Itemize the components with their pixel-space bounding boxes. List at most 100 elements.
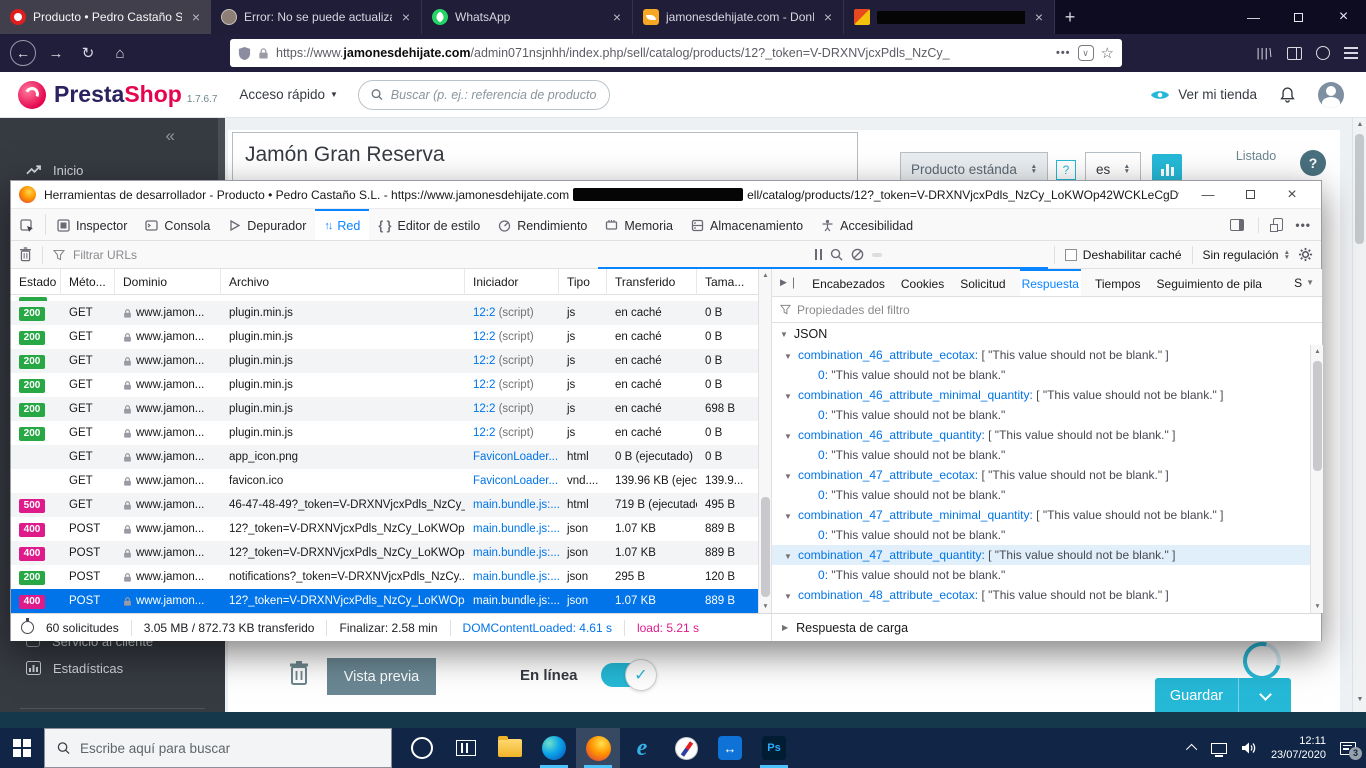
- taskbar-search[interactable]: [44, 728, 392, 768]
- save-button[interactable]: Guardar: [1155, 678, 1239, 714]
- filter-pill[interactable]: [908, 253, 918, 257]
- pause-icon[interactable]: [815, 249, 822, 260]
- network-request-row[interactable]: 200 POST www.jamon... notifications?_tok…: [11, 565, 758, 589]
- taskbar-search-input[interactable]: [80, 741, 379, 756]
- network-request-row[interactable]: 200 GET www.jamon... plugin.min.js 12:2 …: [11, 349, 758, 373]
- json-tree-row[interactable]: ▼combination_46_attribute_quantity: [ "T…: [772, 425, 1310, 445]
- throttling-select[interactable]: Sin regulación ▲▼: [1203, 248, 1291, 262]
- new-tab-button[interactable]: +: [1055, 0, 1085, 34]
- close-button[interactable]: ×: [1271, 182, 1313, 208]
- tab-respuesta[interactable]: Respuesta: [1020, 269, 1081, 296]
- json-tree-row[interactable]: ▼combination_46_attribute_minimal_quanti…: [772, 385, 1310, 405]
- cortana-button[interactable]: [400, 728, 444, 768]
- json-tree-row[interactable]: ▼combination_47_attribute_minimal_quanti…: [772, 505, 1310, 525]
- internet-explorer-button[interactable]: e: [620, 728, 664, 768]
- tab-producto[interactable]: Producto • Pedro Castaño S.L. ×: [0, 0, 211, 34]
- response-payload-row[interactable]: ▶ Respuesta de carga: [771, 614, 1321, 641]
- quick-access-dropdown[interactable]: Acceso rápido▼: [239, 87, 337, 102]
- reload-button[interactable]: ↻: [72, 44, 104, 62]
- menu-icon[interactable]: [1344, 47, 1358, 59]
- properties-filter-input[interactable]: [797, 303, 997, 317]
- network-request-row[interactable]: 400 POST www.jamon... 12?_token=V-DRXNVj…: [11, 517, 758, 541]
- network-request-row[interactable]: GET www.jamon... favicon.ico FaviconLoad…: [11, 469, 758, 493]
- save-dropdown-button[interactable]: [1239, 678, 1291, 714]
- tab-tiempos[interactable]: Tiempos: [1093, 269, 1143, 296]
- tab-rendimiento[interactable]: Rendimiento: [489, 209, 596, 240]
- responsive-mode-icon[interactable]: [1273, 218, 1283, 231]
- network-request-row[interactable]: 200 GET www.jamon... plugin.min.js 12:2 …: [11, 301, 758, 325]
- network-request-row[interactable]: 500 GET www.jamon... 46-47-48-49?_token=…: [11, 493, 758, 517]
- tab-memoria[interactable]: Memoria: [596, 209, 682, 240]
- col-tipo[interactable]: Tipo: [559, 269, 607, 295]
- json-tree-row[interactable]: ▼combination_46_attribute_ecotax: [ "Thi…: [772, 345, 1310, 365]
- tab-consola[interactable]: Consola: [136, 209, 219, 240]
- url-bar[interactable]: https://www.jamonesdehijate.com/admin071…: [230, 39, 1122, 67]
- close-tab-icon[interactable]: ×: [189, 9, 203, 25]
- json-tree-row[interactable]: 0: "This value should not be blank.": [772, 405, 1310, 425]
- filter-pill[interactable]: [980, 253, 990, 257]
- network-request-row[interactable]: 200 GET www.jamon... plugin.min.js 12:2 …: [11, 373, 758, 397]
- tab-almacenamiento[interactable]: Almacenamiento: [682, 209, 812, 240]
- search-icon[interactable]: [830, 248, 843, 261]
- home-button[interactable]: ⌂: [104, 45, 136, 62]
- json-tree-row[interactable]: ▼combination_47_attribute_ecotax: [ "Thi…: [772, 465, 1310, 485]
- edge-button[interactable]: [532, 728, 576, 768]
- dock-side-icon[interactable]: [1230, 219, 1244, 231]
- close-tab-icon[interactable]: ×: [399, 9, 413, 25]
- scroll-up-icon[interactable]: ▲: [1311, 348, 1324, 355]
- col-archivo[interactable]: Archivo: [221, 269, 465, 295]
- sidebar-item-inicio[interactable]: Inicio: [0, 160, 225, 180]
- sidebar-toggle-icon[interactable]: [1287, 47, 1302, 60]
- col-iniciador[interactable]: Iniciador: [465, 269, 559, 295]
- json-tree-row[interactable]: ▼combination_47_attribute_quantity: [ "T…: [772, 545, 1310, 565]
- sidebar-item-estadisticas[interactable]: Estadísticas: [0, 658, 225, 678]
- tab-red[interactable]: ↑↓ Red: [315, 209, 369, 240]
- minimize-button[interactable]: —: [1187, 182, 1229, 208]
- twisty-icon[interactable]: ▼: [784, 427, 798, 445]
- tab-encabezados[interactable]: Encabezados: [810, 269, 887, 296]
- minimize-button[interactable]: —: [1231, 0, 1276, 34]
- filter-pill[interactable]: [944, 253, 954, 257]
- twisty-icon[interactable]: ▼: [784, 507, 798, 525]
- network-settings-gear-icon[interactable]: [1298, 247, 1313, 262]
- filter-pill[interactable]: [890, 253, 900, 257]
- user-avatar[interactable]: [1318, 82, 1344, 108]
- filter-pill[interactable]: [962, 253, 972, 257]
- filter-pill[interactable]: [998, 253, 1008, 257]
- json-tree-row[interactable]: 0: "This value should not be blank.": [772, 565, 1310, 585]
- close-tab-icon[interactable]: ×: [610, 9, 624, 25]
- page-scrollbar[interactable]: ▲ ▼: [1352, 118, 1366, 712]
- meatball-menu-icon[interactable]: •••: [1295, 218, 1311, 232]
- scrollbar-thumb[interactable]: [1313, 361, 1322, 471]
- filter-urls-input[interactable]: [73, 248, 807, 262]
- tab-cookies[interactable]: Cookies: [899, 269, 946, 296]
- network-request-row[interactable]: GET www.jamon... app_icon.png FaviconLoa…: [11, 445, 758, 469]
- admin-search[interactable]: [358, 80, 610, 110]
- filter-pill[interactable]: [1034, 253, 1044, 257]
- json-tree-row[interactable]: 0: "This value should not be blank.": [772, 365, 1310, 385]
- network-request-row[interactable]: 400 POST www.jamon... 12?_token=V-DRXNVj…: [11, 589, 758, 613]
- tab-inspector[interactable]: Inspector: [48, 209, 136, 240]
- col-metodo[interactable]: Méto...: [61, 269, 115, 295]
- pick-element-button[interactable]: [11, 209, 43, 240]
- close-button[interactable]: ×: [1321, 0, 1366, 34]
- scrollbar-thumb[interactable]: [1355, 134, 1364, 244]
- library-icon[interactable]: |||\: [1256, 46, 1273, 60]
- scroll-up-icon[interactable]: ▲: [1353, 121, 1366, 128]
- scrollbar-thumb[interactable]: [761, 497, 770, 597]
- close-tab-icon[interactable]: ×: [1032, 9, 1046, 25]
- photoshop-button[interactable]: Ps: [752, 728, 796, 768]
- type-help-button[interactable]: ?: [1056, 160, 1076, 180]
- product-list-toggle[interactable]: Listado: [1228, 146, 1284, 163]
- json-section-header[interactable]: ▼ JSON: [772, 323, 1322, 345]
- teamviewer-button[interactable]: ↔: [708, 728, 752, 768]
- help-button[interactable]: ?: [1300, 150, 1326, 176]
- network-request-row[interactable]: 200 GET www.jamon... plugin.min.js 12:2 …: [11, 325, 758, 349]
- network-request-row[interactable]: 200 GET www.jamon... plugin.min.js 12:2 …: [11, 421, 758, 445]
- scroll-down-icon[interactable]: ▼: [1311, 603, 1324, 610]
- json-tree-row[interactable]: 0: "This value should not be blank.": [772, 445, 1310, 465]
- maximize-button[interactable]: [1229, 182, 1271, 208]
- col-dominio[interactable]: Dominio: [115, 269, 221, 295]
- twisty-icon[interactable]: ▼: [784, 387, 798, 405]
- devtools-titlebar[interactable]: Herramientas de desarrollador - Producto…: [11, 181, 1321, 209]
